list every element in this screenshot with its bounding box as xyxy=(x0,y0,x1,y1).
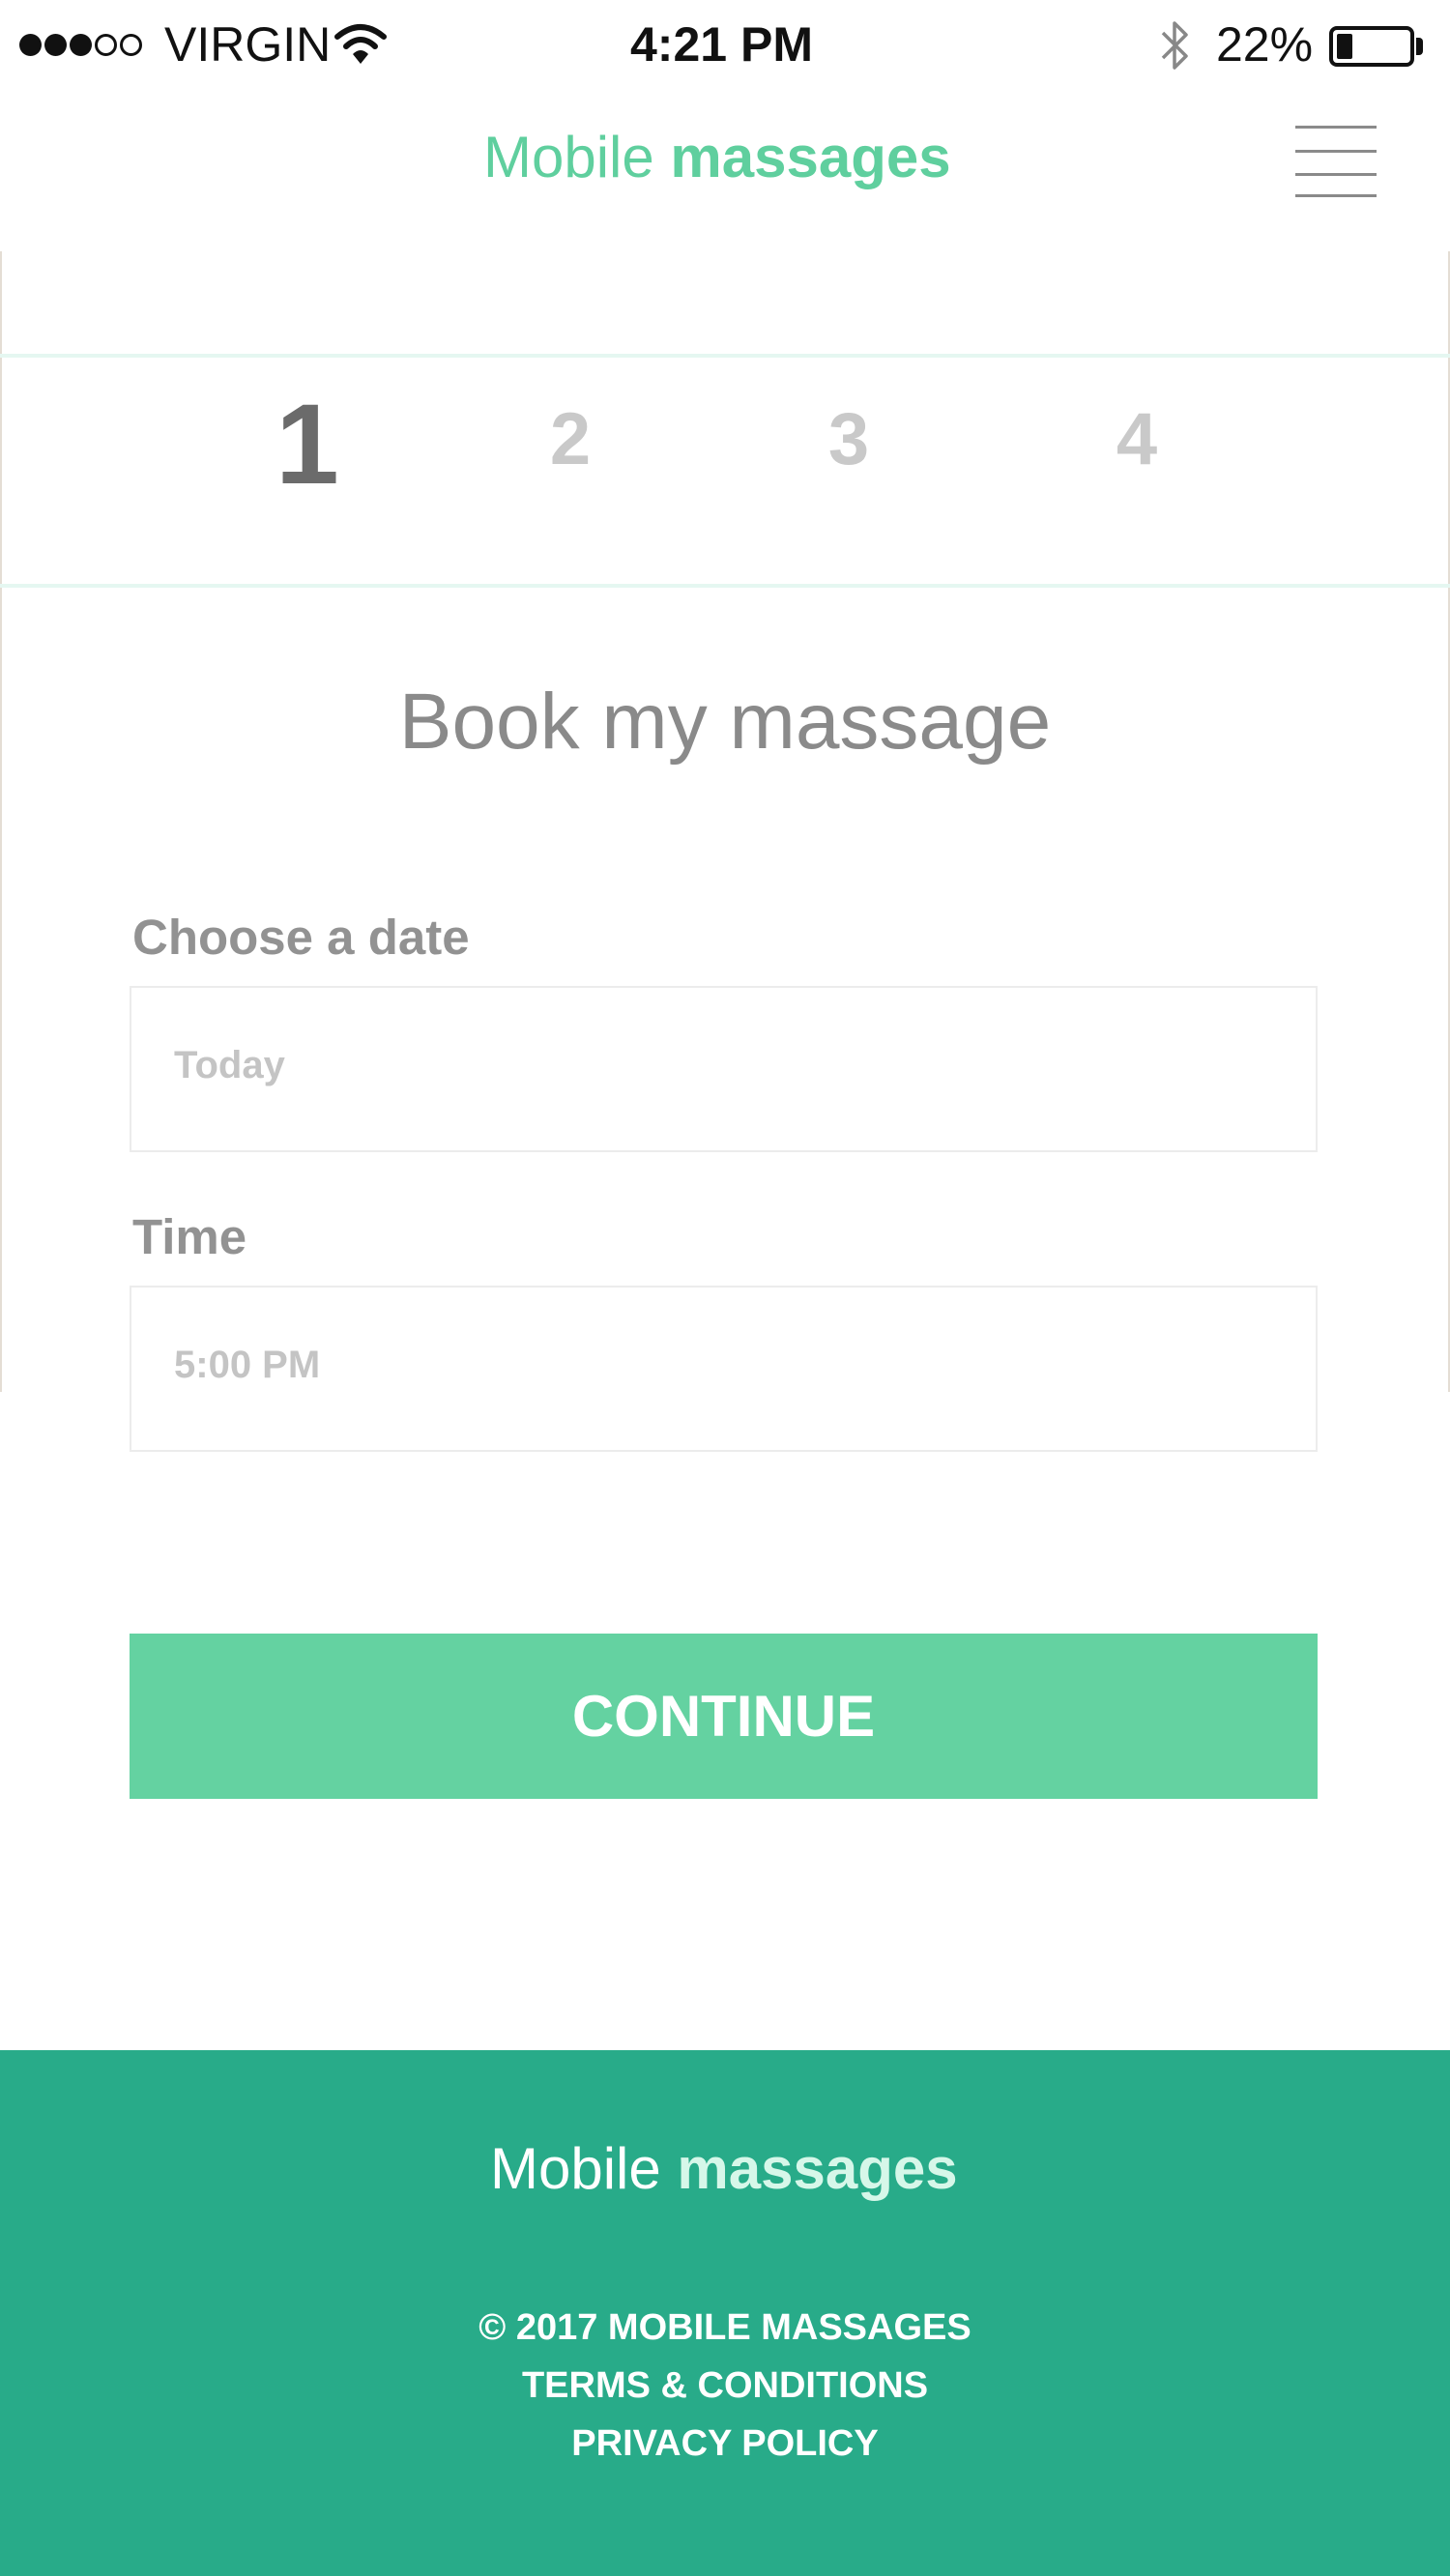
footer-logo-light-text: Mobile xyxy=(490,2136,661,2201)
wifi-icon xyxy=(334,24,387,64)
carrier-name: VIRGIN xyxy=(164,17,332,72)
logo-light-text: Mobile xyxy=(483,125,654,189)
footer-logo-bold-text: massages xyxy=(677,2136,958,2201)
header-logo[interactable]: Mobile massages xyxy=(483,124,951,190)
footer-logo[interactable]: Mobile massages xyxy=(490,2135,958,2202)
step-1[interactable]: 1 xyxy=(249,387,365,503)
date-label: Choose a date xyxy=(132,910,470,965)
status-bar: VIRGIN 4:21 PM 22% xyxy=(0,0,1450,92)
time-field[interactable]: 5:00 PM xyxy=(130,1286,1318,1452)
stepper-bottom-divider xyxy=(0,584,1450,588)
copyright-text: © 2017 MOBILE MASSAGES xyxy=(478,2307,972,2348)
step-4[interactable]: 4 xyxy=(1079,396,1195,483)
continue-button[interactable]: CONTINUE xyxy=(130,1634,1318,1799)
stepper-top-divider xyxy=(0,354,1450,358)
page-title: Book my massage xyxy=(398,678,1052,766)
terms-link[interactable]: TERMS & CONDITIONS xyxy=(0,2365,1450,2407)
bluetooth-icon xyxy=(1161,21,1188,70)
date-field[interactable]: Today xyxy=(130,986,1318,1152)
battery-tip xyxy=(1416,38,1423,55)
step-2[interactable]: 2 xyxy=(512,396,628,483)
battery-level-fill xyxy=(1337,34,1352,59)
time-value: 5:00 PM xyxy=(174,1344,321,1386)
logo-bold-text: massages xyxy=(670,125,951,189)
step-3[interactable]: 3 xyxy=(791,396,907,483)
clock: 4:21 PM xyxy=(630,17,813,72)
footer: Mobile massages © 2017 MOBILE MASSAGES T… xyxy=(0,2050,1450,2576)
battery-percent: 22% xyxy=(1216,17,1314,72)
hamburger-menu-icon[interactable] xyxy=(1295,124,1377,197)
privacy-link[interactable]: PRIVACY POLICY xyxy=(0,2423,1450,2465)
time-label: Time xyxy=(132,1209,247,1264)
date-value: Today xyxy=(174,1044,285,1086)
battery-icon xyxy=(1329,26,1414,67)
